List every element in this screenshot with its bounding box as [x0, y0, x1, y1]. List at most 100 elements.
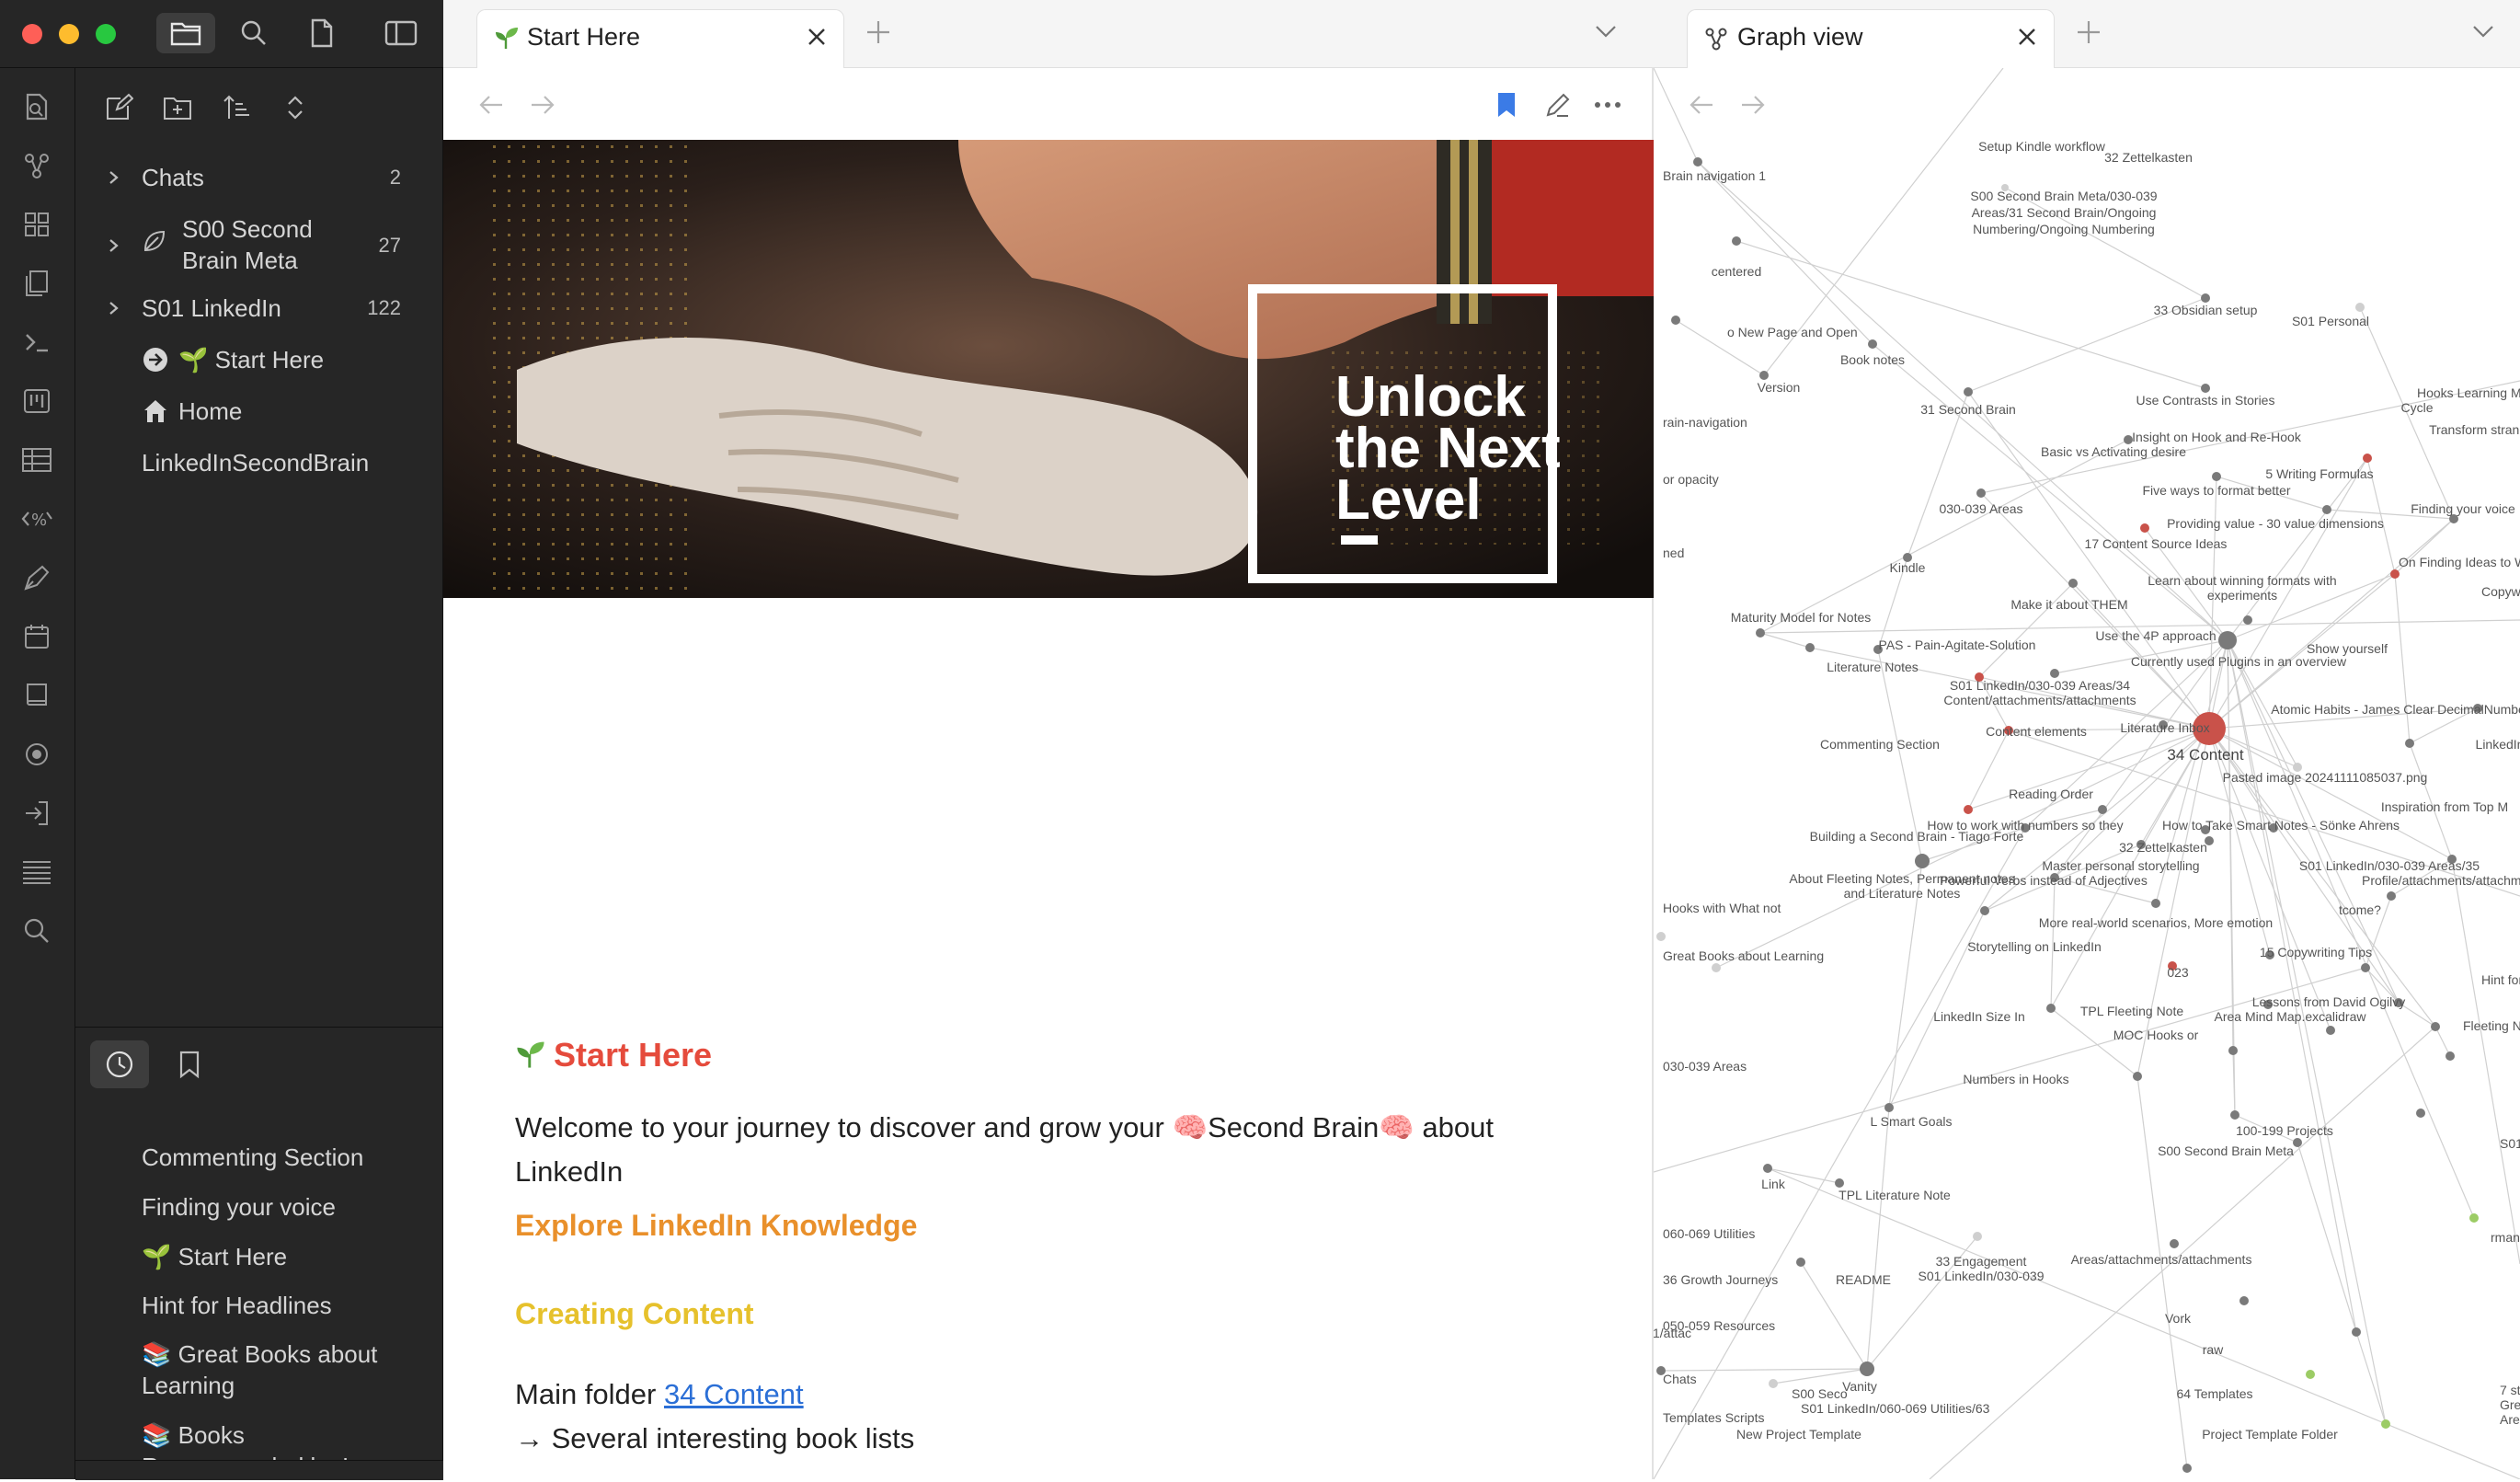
graph-node[interactable]: [2151, 899, 2160, 908]
bookmark-icon[interactable]: [1488, 86, 1525, 123]
new-tab-icon[interactable]: [865, 18, 892, 51]
graph-node[interactable]: [1756, 628, 1765, 638]
close-window-button[interactable]: [22, 24, 42, 44]
graph-node[interactable]: [2322, 505, 2331, 514]
graph-node[interactable]: [2431, 1022, 2440, 1031]
recent-item[interactable]: Hint for Headlines: [142, 1290, 436, 1321]
recent-item-great-books[interactable]: 📚 Great Books about Learning: [142, 1338, 436, 1401]
minimize-window-button[interactable]: [59, 24, 79, 44]
book-icon[interactable]: [13, 672, 61, 719]
forward-arrow-icon[interactable]: [1735, 86, 1771, 123]
calendar-icon[interactable]: [13, 613, 61, 661]
graph-node[interactable]: [1973, 1232, 1982, 1241]
graph-node[interactable]: [1656, 932, 1666, 941]
recent-item[interactable]: Finding your voice: [142, 1191, 436, 1223]
new-note-icon[interactable]: [96, 86, 142, 129]
graph-node[interactable]: [2326, 1026, 2335, 1035]
graph-node[interactable]: [1769, 1379, 1778, 1388]
graph-node[interactable]: [2469, 1213, 2479, 1223]
close-icon[interactable]: [2011, 21, 2043, 52]
collapse-icon[interactable]: [272, 86, 318, 129]
graph-view-canvas[interactable]: Setup Kindle workflow 32 Zettelkasten Brai…: [1654, 68, 2520, 1479]
back-arrow-icon[interactable]: [473, 86, 510, 123]
new-tab-icon[interactable]: [2075, 18, 2102, 51]
graph-node[interactable]: [1915, 854, 1930, 868]
graph-node[interactable]: [2201, 293, 2210, 303]
graph-node[interactable]: [2050, 669, 2059, 678]
folder-item-s00-second-brain-meta[interactable]: S00 Second Brain Meta 27: [75, 213, 443, 276]
templates-icon[interactable]: [13, 259, 61, 307]
graph-node[interactable]: [2046, 1004, 2056, 1013]
search-icon[interactable]: [224, 13, 283, 53]
graph-node[interactable]: [1693, 157, 1702, 167]
graph-node[interactable]: [1759, 371, 1769, 380]
tab-graph-view[interactable]: Graph view: [1687, 9, 2055, 68]
graph-icon[interactable]: [13, 142, 61, 190]
chevron-down-icon[interactable]: [2470, 22, 2496, 45]
graph-node[interactable]: [2133, 1072, 2142, 1081]
graph-network[interactable]: Setup Kindle workflow32 ZettelkastenBrai…: [1654, 68, 2520, 1479]
graph-node[interactable]: [1796, 1258, 1805, 1267]
code-icon[interactable]: %: [13, 495, 61, 543]
graph-node[interactable]: [2293, 1138, 2302, 1147]
graph-node[interactable]: [2352, 1327, 2361, 1337]
graph-node[interactable]: [1980, 906, 1989, 915]
graph-node[interactable]: [2355, 303, 2365, 312]
graph-node[interactable]: [2212, 472, 2221, 481]
graph-node[interactable]: [2243, 615, 2252, 625]
kanban-icon[interactable]: [13, 377, 61, 425]
graph-node[interactable]: [1860, 1361, 1874, 1376]
forward-arrow-icon[interactable]: [524, 86, 561, 123]
bookmark-icon[interactable]: [160, 1040, 219, 1088]
graph-node[interactable]: [1671, 316, 1680, 325]
graph-node[interactable]: [1732, 236, 1741, 246]
file-icon[interactable]: [292, 13, 351, 53]
graph-node[interactable]: [2361, 963, 2370, 972]
back-arrow-icon[interactable]: [1683, 86, 1720, 123]
more-options-icon[interactable]: [1589, 86, 1626, 123]
graph-node[interactable]: [2230, 1110, 2239, 1120]
command-icon[interactable]: [13, 318, 61, 366]
canvas-icon[interactable]: [13, 201, 61, 248]
graph-node[interactable]: [1884, 1103, 1894, 1112]
graph-node[interactable]: [2218, 631, 2237, 649]
target-icon[interactable]: [13, 730, 61, 778]
graph-node[interactable]: [2363, 454, 2372, 463]
folder-icon[interactable]: [156, 13, 215, 53]
pen-icon[interactable]: [13, 554, 61, 602]
graph-node[interactable]: [2170, 1239, 2179, 1248]
graph-node[interactable]: [2140, 523, 2149, 533]
graph-node[interactable]: [1763, 1164, 1772, 1173]
graph-node[interactable]: [2228, 1046, 2238, 1055]
sidebar-toggle-icon[interactable]: [372, 13, 430, 53]
graph-node[interactable]: [2182, 1464, 2192, 1473]
graph-node[interactable]: [2416, 1109, 2425, 1118]
graph-node[interactable]: [2306, 1370, 2315, 1379]
tab-start-here[interactable]: Start Here: [476, 9, 844, 68]
list-icon[interactable]: [13, 848, 61, 896]
table-icon[interactable]: [13, 436, 61, 484]
sort-icon[interactable]: [213, 86, 259, 129]
graph-node[interactable]: [2446, 1051, 2455, 1061]
graph-node[interactable]: [2390, 569, 2400, 579]
graph-node[interactable]: [2201, 384, 2210, 393]
graph-node[interactable]: [2381, 1419, 2390, 1429]
graph-node[interactable]: [2068, 579, 2078, 588]
graph-node[interactable]: [1976, 488, 1986, 498]
quick-switcher-icon[interactable]: [13, 83, 61, 131]
graph-node[interactable]: [1805, 643, 1815, 652]
chevron-down-icon[interactable]: [1593, 22, 1619, 45]
recent-item[interactable]: 🌱 Start Here: [142, 1241, 436, 1272]
graph-node[interactable]: [2405, 739, 2414, 748]
login-icon[interactable]: [13, 789, 61, 837]
zoom-window-button[interactable]: [96, 24, 116, 44]
graph-node[interactable]: [2387, 891, 2396, 901]
content-folder-link[interactable]: 34 Content: [664, 1378, 804, 1410]
graph-node[interactable]: [1712, 963, 1721, 972]
graph-node[interactable]: [1964, 387, 1973, 396]
graph-node[interactable]: [1868, 339, 1877, 349]
graph-node[interactable]: [2098, 805, 2107, 814]
graph-node[interactable]: [2239, 1296, 2249, 1305]
new-folder-icon[interactable]: [155, 86, 200, 129]
edit-icon[interactable]: [1540, 86, 1576, 123]
